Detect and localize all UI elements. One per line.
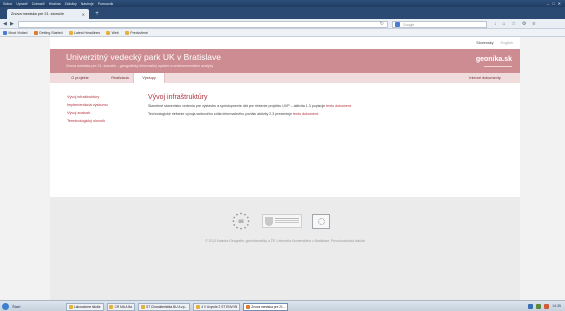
article: Vývoj infraštruktúry Stavebné stavenisko… (148, 94, 508, 119)
web-page: Slovensky English Univerzitný vedecký pa… (0, 37, 565, 300)
crest-icon (265, 217, 273, 226)
close-icon[interactable]: ✕ (558, 1, 561, 6)
site-subtitle: Znova mestska pre 21. storočie – geograf… (66, 63, 214, 68)
tab-title: Znova mestska pre 21. storočie (11, 12, 64, 17)
browser-tab[interactable]: Znova mestska pre 21. storočie ✕ (7, 9, 89, 19)
browser-title-bar: Súbor Upraviť Zobraziť História Záložky … (0, 0, 565, 7)
bookmark-star-icon[interactable]: ☆ (512, 21, 516, 28)
bookmark-item[interactable]: Web (106, 31, 119, 37)
sidebar-item-vyvoj-znalosti[interactable]: Vývoj znalostí (67, 111, 108, 115)
bookmark-item[interactable]: Most Visited (3, 31, 28, 37)
logo-underline (484, 66, 512, 67)
bookmark-item[interactable]: Latest Headlines (68, 31, 100, 37)
settings-icon[interactable]: ⚙ (522, 21, 526, 28)
system-tray: 14:35 (528, 303, 561, 309)
folder-icon (109, 304, 114, 309)
browser-menu-bar: Súbor Upraviť Zobraziť História Záložky … (3, 2, 113, 6)
url-bar[interactable]: ↻ (18, 20, 388, 28)
sidebar-item-vyvoj-infrastruktury[interactable]: Vývoj infraštruktúry (67, 95, 108, 99)
menu-item-help[interactable]: Pomocník (98, 2, 114, 6)
tab-close-icon[interactable]: ✕ (82, 12, 85, 17)
taskbar-item-active[interactable]: Znova mestska pre 21... (243, 302, 289, 311)
bookmark-icon (3, 31, 7, 36)
eu-ring-icon (318, 217, 325, 225)
clock[interactable]: 14:35 (552, 304, 561, 308)
notification-icon[interactable] (544, 303, 550, 309)
document-icon (140, 304, 145, 309)
bookmark-icon (106, 31, 111, 36)
language-slovak[interactable]: Slovensky (476, 41, 493, 45)
ministry-logo (262, 214, 302, 228)
main-content: Vývoj infraštruktúry Implementácia výsku… (50, 83, 520, 197)
article-title: Vývoj infraštruktúry (148, 94, 208, 101)
volume-icon[interactable] (536, 303, 542, 309)
taskbar-item[interactable]: CR MA A Ba (106, 302, 136, 311)
document-link[interactable]: tento dokument. (293, 112, 319, 116)
eu-stars-logo (232, 212, 250, 230)
menu-item-history[interactable]: História (49, 2, 61, 6)
windows-taskbar: Štart Laboratórne štúdie CR MA A Ba ST C… (0, 300, 565, 311)
tab-bar: Znova mestska pre 21. storočie ✕ + (0, 7, 565, 19)
network-icon[interactable] (528, 303, 534, 309)
sidebar-item-implementacia-vyskumu[interactable]: Implementácia výskumu (67, 103, 108, 107)
site-footer: © 2013 Katedra Geografie, geoinformatiky… (50, 197, 520, 300)
folder-icon (68, 304, 73, 309)
reload-icon[interactable]: ↻ (380, 21, 384, 27)
article-paragraph: Stavebné stavenisko vedenia pre výstavbu… (148, 104, 352, 108)
sidebar-menu: Vývoj infraštruktúry Implementácia výsku… (67, 95, 108, 123)
site-header: Univerzitný vedecký park UK v Bratislave… (50, 49, 520, 73)
geonika-logo[interactable]: geonika.sk (476, 56, 512, 63)
nav-o-projekte[interactable]: O projekte (60, 73, 100, 83)
download-icon[interactable]: ↓ (494, 21, 497, 28)
search-box[interactable]: Google (392, 20, 487, 28)
partner-logos (230, 211, 330, 231)
bookmark-icon (124, 31, 129, 36)
sidebar-item-terminologicky-slovnik[interactable]: Terminologický slovník (67, 119, 108, 123)
bookmark-icon (68, 31, 73, 36)
new-tab-icon[interactable]: + (93, 11, 101, 18)
bookmark-item[interactable]: Getting Started (33, 31, 63, 37)
bookmark-item[interactable]: Predvolené (124, 31, 148, 37)
footer-copyright: © 2013 Katedra Geografie, geoinformatiky… (205, 239, 365, 243)
windows-orb-icon (2, 302, 9, 310)
menu-item-file[interactable]: Súbor (3, 2, 12, 6)
site-title[interactable]: Univerzitný vedecký park UK v Bratislave (66, 52, 221, 62)
page-container: Slovensky English Univerzitný vedecký pa… (50, 37, 520, 300)
menu-item-bookmarks[interactable]: Záložky (65, 2, 77, 6)
search-placeholder: Google (403, 22, 415, 27)
taskbar-item[interactable]: ST Charakteristika BU A zp... (138, 302, 191, 311)
navigation-toolbar: ◀ ▶ ↻ Google ↓ ⌂ ☆ ⚙ ≡ (0, 19, 565, 29)
taskbar-item[interactable]: Laboratórne štúdie (66, 302, 104, 311)
taskbar-tasks: Laboratórne štúdie CR MA A Ba ST Charakt… (66, 302, 289, 311)
menu-item-edit[interactable]: Upraviť (16, 2, 27, 6)
start-button[interactable]: Štart (2, 302, 20, 310)
maximize-icon[interactable]: □ (552, 1, 554, 6)
toolbar-icons: ↓ ⌂ ☆ ⚙ ≡ (494, 21, 535, 28)
document-icon (195, 304, 200, 309)
menu-icon[interactable]: ≡ (533, 21, 536, 28)
language-switcher: Slovensky English (476, 41, 513, 45)
home-icon[interactable]: ⌂ (503, 21, 506, 28)
forward-icon[interactable]: ▶ (10, 21, 14, 28)
main-navigation: O projekte Realizácia Výstupy Interné do… (50, 73, 520, 84)
article-paragraph: Technologické riešenie vývoja webového s… (148, 111, 319, 116)
language-bar: Slovensky English (50, 37, 520, 49)
eu-fund-logo (312, 213, 330, 229)
minimize-icon[interactable]: – (547, 1, 549, 6)
bookmarks-bar: Most Visited Getting Started Latest Head… (0, 29, 565, 37)
document-link[interactable]: tento dokument. (326, 104, 352, 108)
search-engine-icon (395, 22, 400, 28)
menu-item-tools[interactable]: Nástroje (81, 2, 94, 6)
menu-item-view[interactable]: Zobraziť (32, 2, 45, 6)
language-english[interactable]: English (501, 41, 513, 45)
taskbar-item[interactable]: 4 V Uvynde 2 ST ENVI Bl (193, 302, 241, 311)
firefox-icon (245, 304, 250, 309)
window-controls: – □ ✕ (547, 1, 561, 6)
bookmark-icon (33, 31, 38, 36)
back-icon[interactable]: ◀ (3, 21, 7, 28)
nav-interne-dokumenty[interactable]: Interné dokumenty (455, 73, 515, 83)
